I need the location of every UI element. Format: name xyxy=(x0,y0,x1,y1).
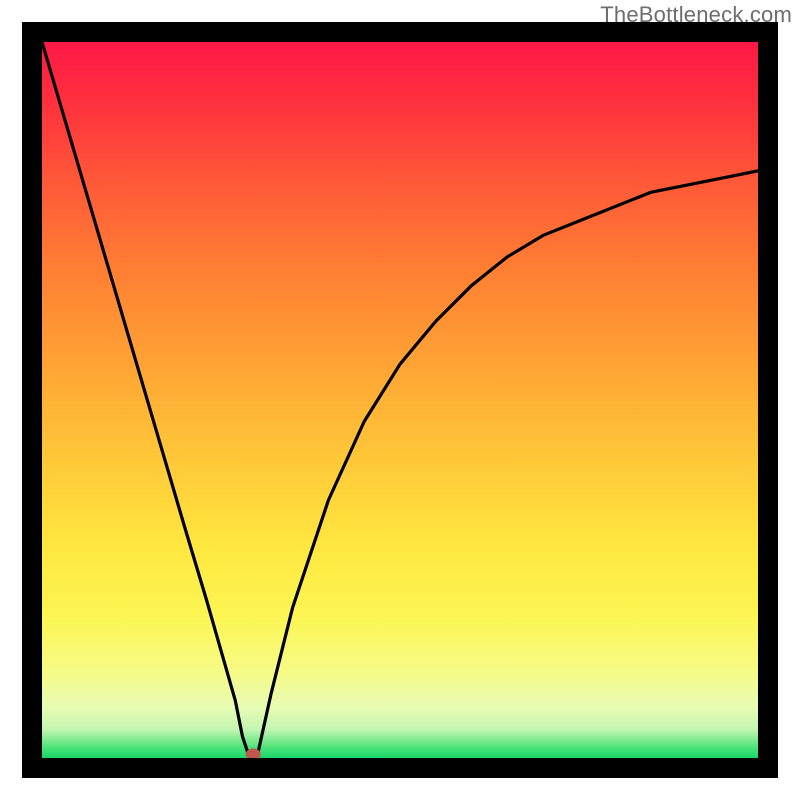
curve-svg xyxy=(42,42,758,758)
bottleneck-curve xyxy=(42,42,758,758)
chart-stage: TheBottleneck.com xyxy=(0,0,800,800)
plot-area xyxy=(42,42,758,758)
chart-frame xyxy=(22,22,778,778)
minimum-marker xyxy=(246,748,261,758)
